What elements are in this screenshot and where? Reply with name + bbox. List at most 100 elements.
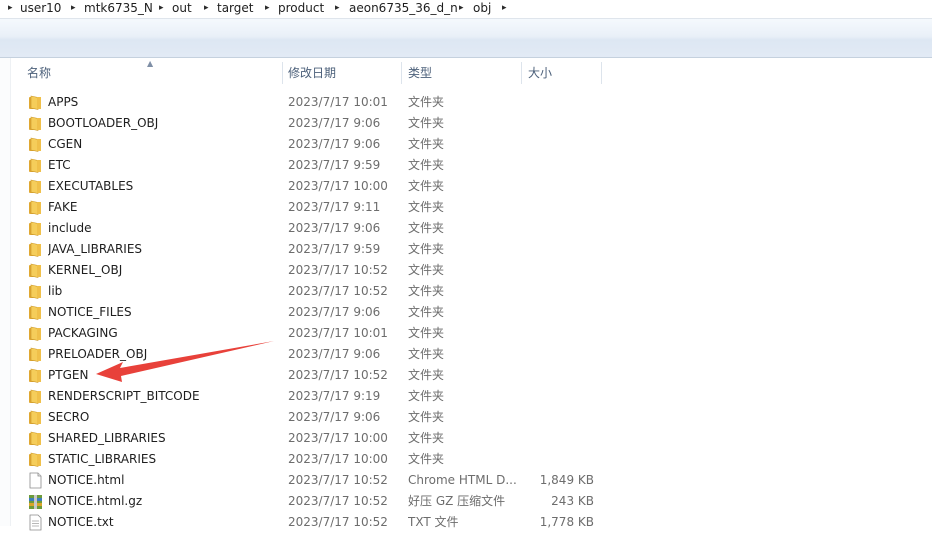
file-size <box>522 260 594 281</box>
file-row[interactable]: RENDERSCRIPT_BITCODE 2023/7/17 9:19 文件夹 <box>0 386 932 407</box>
file-name: BOOTLOADER_OBJ <box>48 116 159 130</box>
file-row[interactable]: include 2023/7/17 9:06 文件夹 <box>0 218 932 239</box>
file-name: JAVA_LIBRARIES <box>48 242 143 256</box>
file-date: 2023/7/17 10:00 <box>288 179 388 193</box>
file-row[interactable]: ETC 2023/7/17 9:59 文件夹 <box>0 155 932 176</box>
file-row[interactable]: CGEN 2023/7/17 9:06 文件夹 <box>0 134 932 155</box>
breadcrumb-item[interactable]: mtk6735_N <box>84 0 153 18</box>
file-row[interactable]: KERNEL_OBJ 2023/7/17 10:52 文件夹 <box>0 260 932 281</box>
file-date: 2023/7/17 9:06 <box>288 116 381 130</box>
file-date: 2023/7/17 9:06 <box>288 305 381 319</box>
breadcrumb-chevron-icon[interactable]: ▸ <box>71 0 76 18</box>
file-date: 2023/7/17 10:01 <box>288 95 388 109</box>
file-row[interactable]: NOTICE.html.gz 2023/7/17 10:52 好压 GZ 压缩文件 2… <box>0 491 932 512</box>
file-name: SHARED_LIBRARIES <box>48 431 166 445</box>
column-divider[interactable] <box>282 62 283 84</box>
file-name: NOTICE.html <box>48 473 125 487</box>
file-date: 2023/7/17 9:19 <box>288 389 381 403</box>
column-header-size[interactable]: 大小 <box>528 58 598 88</box>
file-row[interactable]: NOTICE_FILES 2023/7/17 9:06 文件夹 <box>0 302 932 323</box>
file-size <box>522 386 594 407</box>
breadcrumb-item[interactable]: obj <box>473 0 491 18</box>
file-row[interactable]: PRELOADER_OBJ 2023/7/17 9:06 文件夹 <box>0 344 932 365</box>
file-name: NOTICE_FILES <box>48 305 132 319</box>
file-type: 文件夹 <box>408 137 445 151</box>
file-name: STATIC_LIBRARIES <box>48 452 157 466</box>
toolbar <box>0 19 932 58</box>
file-size <box>522 344 594 365</box>
breadcrumb-chevron-icon[interactable]: ▸ <box>8 0 13 18</box>
file-size: 1,778 KB <box>539 515 594 529</box>
file-row[interactable]: PACKAGING 2023/7/17 10:01 文件夹 <box>0 323 932 344</box>
file-row[interactable]: EXECUTABLES 2023/7/17 10:00 文件夹 <box>0 176 932 197</box>
file-size <box>522 407 594 428</box>
breadcrumb-item[interactable]: target <box>217 0 254 18</box>
file-type: 文件夹 <box>408 200 445 214</box>
file-date: 2023/7/17 10:52 <box>288 494 388 508</box>
file-size <box>522 176 594 197</box>
sort-ascending-icon: ▲ <box>147 59 154 68</box>
file-row[interactable]: PTGEN 2023/7/17 10:52 文件夹 <box>0 365 932 386</box>
file-row[interactable]: NOTICE.txt 2023/7/17 10:52 TXT 文件 1,778 KB <box>0 512 932 533</box>
file-type: 文件夹 <box>408 452 445 466</box>
file-size: 1,849 KB <box>539 473 594 487</box>
file-type: 好压 GZ 压缩文件 <box>408 494 506 508</box>
file-row[interactable]: SHARED_LIBRARIES 2023/7/17 10:00 文件夹 <box>0 428 932 449</box>
breadcrumb-chevron-icon[interactable]: ▸ <box>204 0 209 18</box>
file-name: FAKE <box>48 200 78 214</box>
file-row[interactable]: lib 2023/7/17 10:52 文件夹 <box>0 281 932 302</box>
file-type: 文件夹 <box>408 116 445 130</box>
breadcrumb-item[interactable]: user10 <box>20 0 61 18</box>
file-list-pane[interactable]: 名称 ▲ 修改日期 类型 大小 APPS 2023/7/17 10:01 文件夹 BO… <box>0 58 932 531</box>
file-type: 文件夹 <box>408 347 445 361</box>
file-size <box>522 365 594 386</box>
file-size <box>522 134 594 155</box>
file-type: 文件夹 <box>408 158 445 172</box>
breadcrumb-item[interactable]: product <box>278 0 324 18</box>
file-name: PTGEN <box>48 368 89 382</box>
breadcrumb-chevron-icon[interactable]: ▸ <box>265 0 270 18</box>
file-row[interactable]: SECRO 2023/7/17 9:06 文件夹 <box>0 407 932 428</box>
file-type: 文件夹 <box>408 95 445 109</box>
file-row[interactable]: STATIC_LIBRARIES 2023/7/17 10:00 文件夹 <box>0 449 932 470</box>
breadcrumb-chevron-icon[interactable]: ▸ <box>502 0 507 18</box>
file-name: lib <box>48 284 63 298</box>
file-type: 文件夹 <box>408 305 445 319</box>
column-divider[interactable] <box>601 62 602 84</box>
file-size <box>522 155 594 176</box>
address-breadcrumb[interactable]: ▸ ▸ ▸ ▸ ▸ ▸ ▸ ▸ user10 mtk6735_N out target product a… <box>0 0 932 19</box>
file-name: KERNEL_OBJ <box>48 263 123 277</box>
column-header-type[interactable]: 类型 <box>408 58 518 88</box>
file-date: 2023/7/17 9:11 <box>288 200 381 214</box>
breadcrumb-item[interactable]: out <box>172 0 192 18</box>
file-size: 243 KB <box>551 494 594 508</box>
file-date: 2023/7/17 10:52 <box>288 368 388 382</box>
breadcrumb-chevron-icon[interactable]: ▸ <box>159 0 164 18</box>
file-date: 2023/7/17 10:52 <box>288 515 388 529</box>
column-header-date[interactable]: 修改日期 <box>288 58 398 88</box>
file-date: 2023/7/17 10:52 <box>288 473 388 487</box>
file-row[interactable]: JAVA_LIBRARIES 2023/7/17 9:59 文件夹 <box>0 239 932 260</box>
file-row[interactable]: BOOTLOADER_OBJ 2023/7/17 9:06 文件夹 <box>0 113 932 134</box>
file-type: 文件夹 <box>408 410 445 424</box>
breadcrumb-chevron-icon[interactable]: ▸ <box>335 0 340 18</box>
file-date: 2023/7/17 10:01 <box>288 326 388 340</box>
breadcrumb-item[interactable]: aeon6735_36_d_n <box>349 0 458 18</box>
file-date: 2023/7/17 9:59 <box>288 242 381 256</box>
file-name: NOTICE.html.gz <box>48 494 143 508</box>
file-name: ETC <box>48 158 71 172</box>
file-name: RENDERSCRIPT_BITCODE <box>48 389 200 403</box>
column-divider[interactable] <box>401 62 402 84</box>
file-name: SECRO <box>48 410 90 424</box>
column-divider[interactable] <box>521 62 522 84</box>
breadcrumb-chevron-icon[interactable]: ▸ <box>459 0 464 18</box>
file-date: 2023/7/17 9:06 <box>288 137 381 151</box>
file-row[interactable]: FAKE 2023/7/17 9:11 文件夹 <box>0 197 932 218</box>
file-type: 文件夹 <box>408 242 445 256</box>
file-type: 文件夹 <box>408 326 445 340</box>
file-row[interactable]: APPS 2023/7/17 10:01 文件夹 <box>0 92 932 113</box>
file-row[interactable]: NOTICE.html 2023/7/17 10:52 Chrome HTML D.… <box>0 470 932 491</box>
file-date: 2023/7/17 9:59 <box>288 158 381 172</box>
file-date: 2023/7/17 9:06 <box>288 221 381 235</box>
file-name: include <box>48 221 92 235</box>
